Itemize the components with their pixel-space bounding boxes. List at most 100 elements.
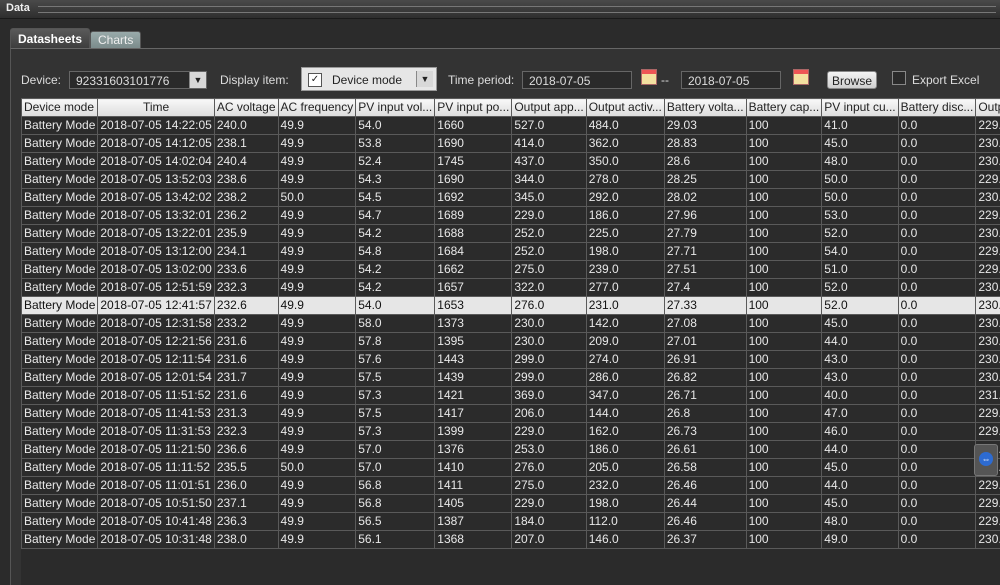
column-header[interactable]: AC voltage: [214, 99, 278, 117]
table-cell: 231.6: [214, 333, 278, 351]
column-header[interactable]: Battery volta...: [664, 99, 746, 117]
table-row[interactable]: Battery Mode2018-07-05 13:32:01236.249.9…: [22, 207, 1000, 225]
window-titlebar: Data: [0, 0, 1000, 19]
table-cell: 50.0: [822, 189, 898, 207]
column-header[interactable]: Battery disc...: [898, 99, 976, 117]
column-header[interactable]: Battery cap...: [746, 99, 822, 117]
table-row[interactable]: Battery Mode2018-07-05 12:31:58233.249.9…: [22, 315, 1000, 333]
column-header[interactable]: Time: [98, 99, 214, 117]
data-grid[interactable]: Device modeTimeAC voltageAC frequencyPV …: [21, 98, 1000, 585]
table-row[interactable]: Battery Mode2018-07-05 13:12:00234.149.9…: [22, 243, 1000, 261]
tab-charts[interactable]: Charts: [90, 31, 141, 49]
table-cell: 278.0: [586, 171, 664, 189]
table-cell: 54.8: [356, 243, 435, 261]
table-row[interactable]: Battery Mode2018-07-05 12:01:54231.749.9…: [22, 369, 1000, 387]
date-to-field[interactable]: 2018-07-05: [681, 71, 781, 89]
table-cell: 229.8: [976, 513, 1000, 531]
table-cell: 1688: [435, 225, 512, 243]
table-cell: 1690: [435, 171, 512, 189]
table-cell: 299.0: [512, 369, 586, 387]
table-cell: 2018-07-05 12:11:54: [98, 351, 214, 369]
calendar-icon[interactable]: [641, 69, 657, 85]
tab-datasheets[interactable]: Datasheets: [10, 28, 90, 49]
table-row[interactable]: Battery Mode2018-07-05 14:22:05240.049.9…: [22, 117, 1000, 135]
chevron-down-icon[interactable]: ▼: [416, 71, 433, 87]
table-row[interactable]: Battery Mode2018-07-05 11:31:53232.349.9…: [22, 423, 1000, 441]
table-cell: 100: [746, 441, 822, 459]
table-cell: 230.1: [976, 135, 1000, 153]
column-header[interactable]: AC frequency: [278, 99, 356, 117]
table-row[interactable]: Battery Mode2018-07-05 12:51:59232.349.9…: [22, 279, 1000, 297]
table-cell: 27.79: [664, 225, 746, 243]
column-header[interactable]: PV input cu...: [822, 99, 898, 117]
table-row[interactable]: Battery Mode2018-07-05 10:31:48238.049.9…: [22, 531, 1000, 549]
scroll-handle-icon[interactable]: ⇔: [979, 452, 993, 466]
filter-toolbar: Device: 92331603101776 ▼ Display item: ✓…: [11, 49, 1000, 95]
table-cell: 29.03: [664, 117, 746, 135]
table-row[interactable]: Battery Mode2018-07-05 12:41:57232.649.9…: [22, 297, 1000, 315]
table-cell: 277.0: [586, 279, 664, 297]
table-row[interactable]: Battery Mode2018-07-05 13:52:03238.649.9…: [22, 171, 1000, 189]
column-header[interactable]: Device mode: [22, 99, 98, 117]
table-row[interactable]: Battery Mode2018-07-05 11:01:51236.049.9…: [22, 477, 1000, 495]
table-cell: 100: [746, 153, 822, 171]
table-row[interactable]: Battery Mode2018-07-05 11:41:53231.349.9…: [22, 405, 1000, 423]
column-header[interactable]: PV input vol...: [356, 99, 435, 117]
column-header[interactable]: Output app...: [512, 99, 586, 117]
table-cell: Battery Mode: [22, 225, 98, 243]
table-cell: 26.91: [664, 351, 746, 369]
table-row[interactable]: Battery Mode2018-07-05 12:11:54231.649.9…: [22, 351, 1000, 369]
column-header[interactable]: PV input po...: [435, 99, 512, 117]
table-cell: 0.0: [898, 297, 976, 315]
table-cell: 240.0: [214, 117, 278, 135]
table-row[interactable]: Battery Mode2018-07-05 14:12:05238.149.9…: [22, 135, 1000, 153]
table-cell: 275.0: [512, 261, 586, 279]
table-cell: Battery Mode: [22, 297, 98, 315]
table-cell: 49.9: [278, 405, 356, 423]
table-row[interactable]: Battery Mode2018-07-05 11:21:50236.649.9…: [22, 441, 1000, 459]
date-from-field[interactable]: 2018-07-05: [522, 71, 632, 89]
table-row[interactable]: Battery Mode2018-07-05 14:02:04240.449.9…: [22, 153, 1000, 171]
column-header[interactable]: Output activ...: [586, 99, 664, 117]
table-row[interactable]: Battery Mode2018-07-05 13:42:02238.250.0…: [22, 189, 1000, 207]
table-row[interactable]: Battery Mode2018-07-05 13:02:00233.649.9…: [22, 261, 1000, 279]
table-cell: 2018-07-05 14:22:05: [98, 117, 214, 135]
table-cell: Battery Mode: [22, 171, 98, 189]
table-cell: 41.0: [822, 117, 898, 135]
table-cell: 230.0: [976, 351, 1000, 369]
calendar-icon[interactable]: [793, 69, 809, 85]
device-select[interactable]: 92331603101776 ▼: [69, 71, 207, 89]
date-to-value: 2018-07-05: [688, 74, 749, 88]
table-row[interactable]: Battery Mode2018-07-05 10:51:50237.149.9…: [22, 495, 1000, 513]
table-cell: 231.6: [214, 387, 278, 405]
table-cell: 1657: [435, 279, 512, 297]
column-header[interactable]: Output volta...: [976, 99, 1000, 117]
display-item-select[interactable]: ✓ Device mode ▼: [301, 67, 437, 91]
export-excel-checkbox[interactable]: [892, 71, 906, 85]
scroll-handle[interactable]: ⇔: [974, 444, 998, 476]
table-cell: 2018-07-05 14:12:05: [98, 135, 214, 153]
table-cell: 44.0: [822, 441, 898, 459]
table-cell: 1653: [435, 297, 512, 315]
table-cell: 1411: [435, 477, 512, 495]
browse-button[interactable]: Browse: [827, 71, 877, 89]
table-cell: 100: [746, 297, 822, 315]
table-cell: 49.9: [278, 441, 356, 459]
table-cell: 299.0: [512, 351, 586, 369]
table-cell: 1745: [435, 153, 512, 171]
table-cell: 54.3: [356, 171, 435, 189]
table-cell: 0.0: [898, 441, 976, 459]
table-row[interactable]: Battery Mode2018-07-05 13:22:01235.949.9…: [22, 225, 1000, 243]
table-cell: 49.9: [278, 477, 356, 495]
table-row[interactable]: Battery Mode2018-07-05 12:21:56231.649.9…: [22, 333, 1000, 351]
table-row[interactable]: Battery Mode2018-07-05 11:51:52231.649.9…: [22, 387, 1000, 405]
chevron-down-icon[interactable]: ▼: [189, 72, 206, 88]
table-cell: 27.01: [664, 333, 746, 351]
table-cell: 100: [746, 459, 822, 477]
table-cell: 45.0: [822, 495, 898, 513]
table-cell: 56.1: [356, 531, 435, 549]
table-row[interactable]: Battery Mode2018-07-05 10:41:48236.349.9…: [22, 513, 1000, 531]
table-cell: 1684: [435, 243, 512, 261]
table-row[interactable]: Battery Mode2018-07-05 11:11:52235.550.0…: [22, 459, 1000, 477]
table-cell: 1662: [435, 261, 512, 279]
